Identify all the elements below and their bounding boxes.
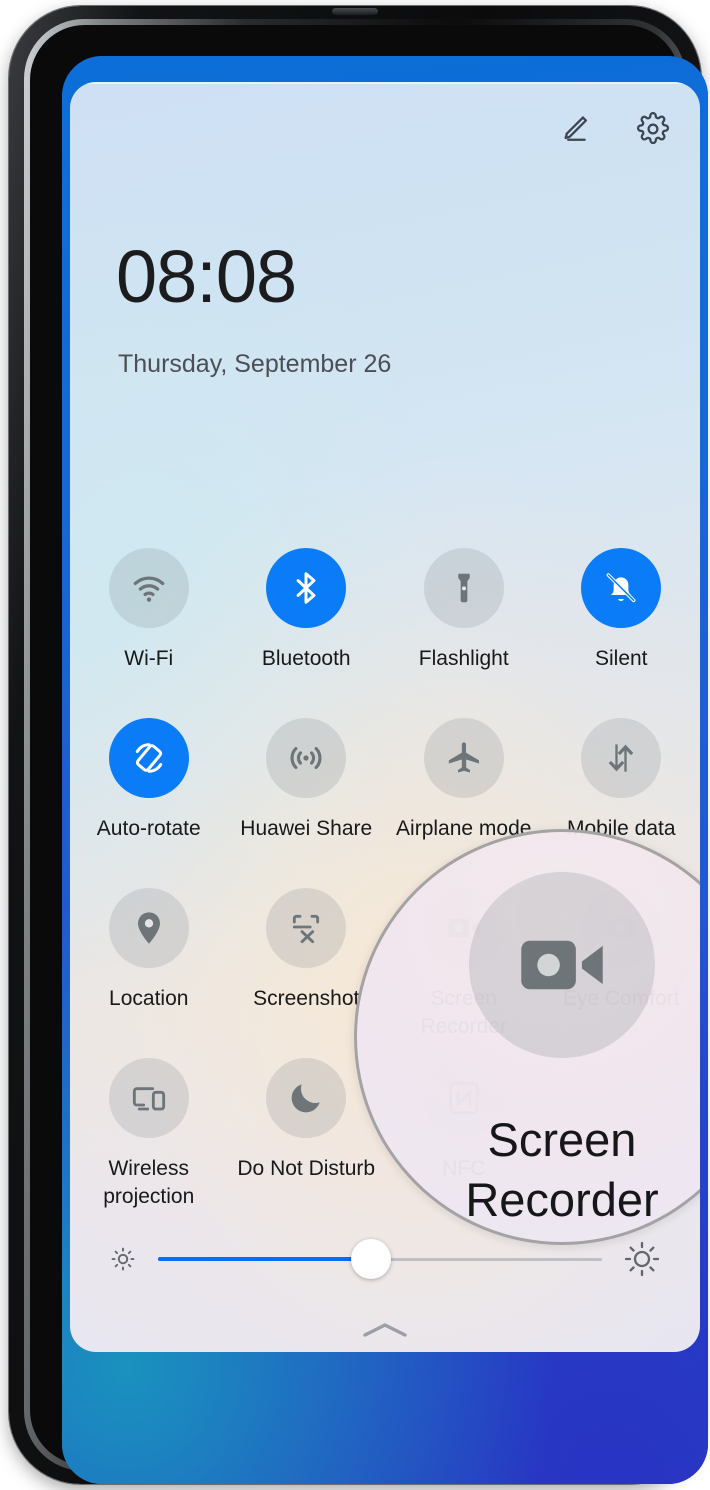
phone-bezel: 08:08 Thursday, September 26 Wi-Fi Bluet… (24, 19, 708, 1484)
toggle-label: Flashlight (418, 647, 509, 670)
magnifier-label-line1: Screen (487, 1113, 637, 1166)
wireless-projection-icon (108, 1058, 189, 1138)
bluetooth-icon (266, 548, 347, 628)
mobile-data-icon (581, 718, 662, 798)
toggle-flashlight[interactable]: Flashlight (385, 548, 543, 718)
screenshot-icon (266, 888, 347, 968)
phone-screen: 08:08 Thursday, September 26 Wi-Fi Bluet… (62, 56, 708, 1484)
huawei-share-icon (266, 718, 347, 798)
earpiece-speaker (332, 8, 378, 15)
auto-rotate-icon (108, 718, 189, 798)
brightness-low-icon (108, 1244, 138, 1274)
toggle-wireless-projection[interactable]: Wireless projection (70, 1058, 228, 1228)
phone-inner-bezel: 08:08 Thursday, September 26 Wi-Fi Bluet… (30, 25, 708, 1484)
brightness-slider[interactable] (158, 1239, 602, 1279)
toggle-location[interactable]: Location (70, 888, 228, 1058)
panel-top-divider (70, 82, 700, 84)
control-panel: 08:08 Thursday, September 26 Wi-Fi Bluet… (70, 82, 700, 1352)
brightness-high-icon (622, 1239, 662, 1279)
gear-icon[interactable] (636, 112, 670, 146)
toggle-label: Huawei Share (240, 817, 373, 840)
toggle-label: Location (109, 987, 189, 1010)
clock-time: 08:08 (116, 235, 297, 318)
toggle-label: Wi-Fi (124, 647, 174, 670)
panel-header-actions (558, 112, 670, 146)
toggle-label: Screenshot (253, 987, 360, 1010)
screenshot-root: 08:08 Thursday, September 26 Wi-Fi Bluet… (0, 0, 710, 1490)
bell-off-icon (581, 548, 662, 628)
toggle-auto-rotate[interactable]: Auto-rotate (70, 718, 228, 888)
brightness-row (70, 1239, 700, 1279)
toggle-label: Silent (594, 647, 648, 670)
edit-icon[interactable] (558, 112, 592, 146)
toggle-huawei-share[interactable]: Huawei Share (228, 718, 386, 888)
slider-knob[interactable] (351, 1239, 392, 1279)
airplane-icon (423, 718, 504, 798)
screen-recorder-icon (469, 872, 655, 1058)
toggle-label: Do Not Disturb (237, 1157, 376, 1180)
toggle-label: Bluetooth (261, 647, 351, 670)
flashlight-icon (423, 548, 504, 628)
collapse-handle[interactable] (358, 1319, 412, 1341)
location-pin-icon (108, 888, 189, 968)
toggle-silent[interactable]: Silent (543, 548, 701, 718)
phone-frame: 08:08 Thursday, September 26 Wi-Fi Bluet… (9, 6, 708, 1484)
slider-fill (158, 1257, 372, 1261)
toggle-wifi[interactable]: Wi-Fi (70, 548, 228, 718)
clock-date: Thursday, September 26 (118, 350, 392, 378)
magnifier-label-line2: Recorder (465, 1173, 659, 1227)
toggle-label: Auto-rotate (96, 817, 201, 840)
moon-icon (266, 1058, 347, 1138)
toggle-label: Wireless projection (103, 1157, 195, 1208)
magnifier-label: Screen Recorder (465, 1110, 658, 1230)
wifi-icon (108, 548, 189, 628)
toggle-bluetooth[interactable]: Bluetooth (228, 548, 386, 718)
